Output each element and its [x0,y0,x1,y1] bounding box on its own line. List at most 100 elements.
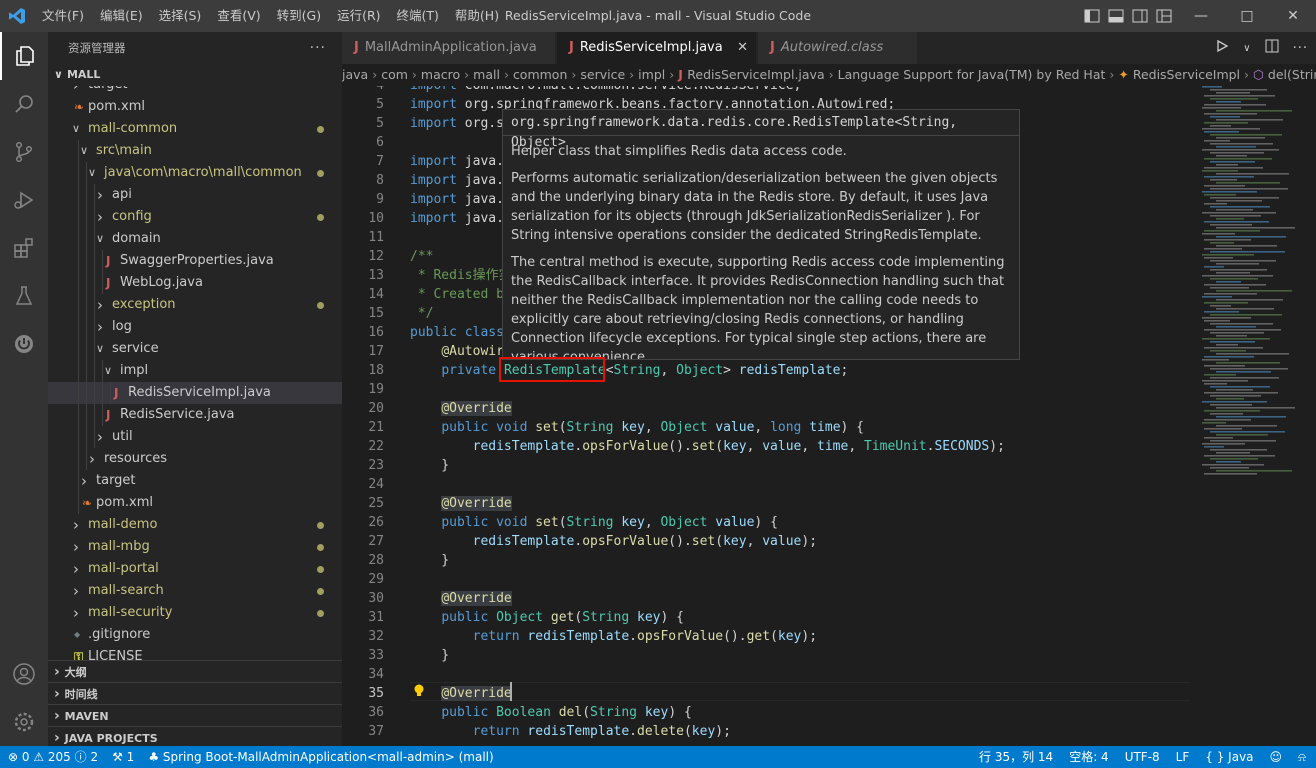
problems-status[interactable]: ⊗ 0 ⚠ 205 ⓘ 2 [8,746,98,768]
accounts-icon[interactable] [0,650,48,698]
menu-item[interactable]: 帮助(H) [447,0,507,32]
tree-item[interactable]: ❧ pom.xml [48,492,342,514]
tree-item[interactable]: › mall-portal [48,558,342,580]
spring-boot-dashboard-icon[interactable] [0,320,48,368]
menu-item[interactable]: 选择(S) [151,0,210,32]
tree-item[interactable]: ❧ pom.xml [48,96,342,118]
sidebar-section[interactable]: › 时间线 [48,682,342,704]
more-actions-icon[interactable]: ··· [1293,41,1308,56]
extensions-icon[interactable] [0,224,48,272]
breadcrumb-item[interactable]: RedisServiceImpl.java [687,67,824,82]
run-icon[interactable] [1215,39,1229,57]
minimize-icon[interactable]: — [1178,0,1224,32]
minimap[interactable] [1200,86,1304,486]
tree-item[interactable]: › log [48,316,342,338]
tree-item[interactable]: ∨ java\com\macro\mall\common [48,162,342,184]
tab-mall-admin-application[interactable]: J MallAdminApplication.java [342,32,556,64]
tree-item[interactable]: › mall-demo [48,514,342,536]
tree-item[interactable]: ⚿ LICENSE [48,646,342,660]
search-icon[interactable] [0,80,48,128]
lightbulb-icon[interactable] [412,683,426,699]
feedback-icon[interactable]: ☺ [1270,746,1283,768]
encoding[interactable]: UTF-8 [1125,746,1160,768]
customize-layout-icon[interactable] [1152,0,1176,32]
run-debug-icon[interactable] [0,176,48,224]
breadcrumb-item[interactable]: macro [421,67,460,82]
cursor-position[interactable]: 行 35，列 14 [979,746,1053,768]
minimap-line [1204,167,1263,169]
breadcrumb-item[interactable]: common [513,67,567,82]
notifications-bell-icon[interactable]: ⍾ [1298,746,1306,768]
chevron-down-icon[interactable]: ∨ [1243,43,1250,54]
tree-item[interactable]: › target [48,86,342,96]
sidebar-section[interactable]: › MAVEN [48,704,342,726]
tree-item[interactable]: › exception [48,294,342,316]
spring-boot-status[interactable]: ♣ Spring Boot-MallAdminApplication<mall-… [148,746,493,768]
tree-item[interactable]: › config [48,206,342,228]
menu-item[interactable]: 文件(F) [34,0,92,32]
breadcrumb-item[interactable]: Language Support for Java(TM) by Red Hat [838,67,1106,82]
more-actions-icon[interactable]: ··· [310,32,326,64]
code-token: ( [715,439,724,454]
source-control-icon[interactable] [0,128,48,176]
breadcrumb-item[interactable]: RedisServiceImpl [1133,67,1240,82]
close-tab-icon[interactable]: ✕ [737,32,748,64]
line-number: 17 [368,344,384,359]
tab-redis-service-impl[interactable]: J RedisServiceImpl.java ✕ [557,32,757,64]
close-window-icon[interactable]: ✕ [1270,0,1316,32]
menu-item[interactable]: 运行(R) [329,0,388,32]
java-file-icon: J [114,386,119,400]
minimap-line [1204,284,1266,286]
tree-item[interactable]: J RedisServiceImpl.java [48,382,342,404]
breadcrumb-item[interactable]: del(String) [1268,67,1316,82]
settings-gear-icon[interactable] [0,698,48,746]
workspace-root[interactable]: ∨ MALL [48,64,342,86]
tree-item[interactable]: › api [48,184,342,206]
menu-item[interactable]: 终端(T) [389,0,447,32]
code-text: return redisTemplate.opsForValue().get(k… [410,627,817,646]
tree-item[interactable]: J WebLog.java [48,272,342,294]
tab-autowired-class[interactable]: J Autowired.class [758,32,918,64]
menu-item[interactable]: 查看(V) [209,0,268,32]
breadcrumb-item[interactable]: impl [638,67,665,82]
tree-item[interactable]: ∨ domain [48,228,342,250]
tree-item[interactable]: ∨ mall-common [48,118,342,140]
line-ending[interactable]: LF [1176,746,1190,768]
sidebar-section[interactable]: › JAVA PROJECTS [48,726,342,748]
info-count: 2 [90,750,99,764]
menu-item[interactable]: 编辑(E) [92,0,151,32]
testing-icon[interactable] [0,272,48,320]
tree-item[interactable]: ∨ service [48,338,342,360]
breadcrumb-item[interactable]: com [381,67,408,82]
tree-item[interactable]: ∨ impl [48,360,342,382]
minimap-line [1204,455,1275,457]
explorer-icon[interactable] [0,32,48,80]
tree-item[interactable]: › mall-security [48,602,342,624]
toggle-panel-icon[interactable] [1104,0,1128,32]
toggle-secondary-sidebar-icon[interactable] [1128,0,1152,32]
tree-item[interactable]: J SwaggerProperties.java [48,250,342,272]
tree-item[interactable]: ∨ src\main [48,140,342,162]
tools-status[interactable]: ⚒ 1 [112,746,134,768]
indentation[interactable]: 空格: 4 [1069,746,1109,768]
tree-item[interactable]: J RedisService.java [48,404,342,426]
tree-item[interactable]: › util [48,426,342,448]
sidebar-section[interactable]: › 大纲 [48,660,342,682]
line-number: 29 [368,572,384,587]
code-token: com.macro.mall.common.service.RedisServi… [465,86,802,93]
tree-item[interactable]: › mall-mbg [48,536,342,558]
split-editor-icon[interactable] [1265,39,1279,57]
tree-item[interactable]: › resources [48,448,342,470]
maximize-icon[interactable]: □ [1224,0,1270,32]
tree-item[interactable]: › target [48,470,342,492]
menu-item[interactable]: 转到(G) [269,0,329,32]
code-token: ( [558,420,567,435]
explorer-title: 资源管理器 [68,41,126,55]
language-mode[interactable]: { } Java [1205,746,1253,768]
toggle-sidebar-icon[interactable] [1080,0,1104,32]
tree-item[interactable]: › mall-search [48,580,342,602]
breadcrumb-item[interactable]: mall [473,67,500,82]
tree-item[interactable]: ◆ .gitignore [48,624,342,646]
breadcrumb-item[interactable]: service [580,67,625,82]
breadcrumb-item[interactable]: java [342,67,368,82]
